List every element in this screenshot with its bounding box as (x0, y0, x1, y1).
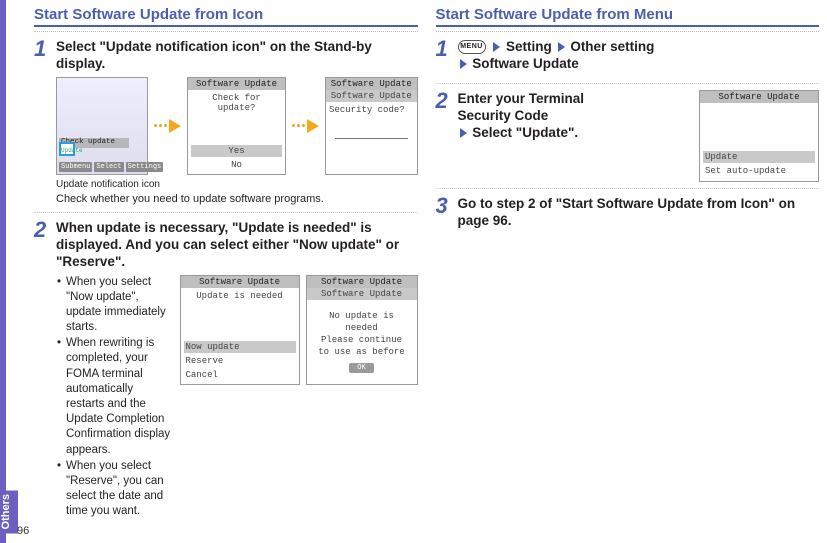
screen-line: Please continue (310, 335, 414, 345)
bullet-item: When you select "Reserve", you can selec… (66, 459, 174, 520)
menu-key-icon[interactable]: MENU (458, 40, 486, 54)
right-step-3: 3 Go to step 2 of "Start Software Update… (436, 195, 820, 234)
step-note: Check whether you need to update softwar… (56, 192, 418, 206)
step-body: MENU Setting Other setting Software Upda… (458, 38, 820, 73)
ok-button[interactable]: OK (349, 363, 373, 373)
option-yes[interactable]: Yes (191, 145, 282, 157)
option-update[interactable]: Update (703, 151, 815, 163)
security-code-input[interactable] (335, 129, 407, 139)
divider (436, 29, 820, 32)
bullet-item: When rewriting is completed, your FOMA t… (66, 336, 174, 457)
arrow-icon (292, 119, 319, 133)
screen-line: to use as before (310, 347, 414, 357)
nav-other-setting: Other setting (570, 39, 654, 54)
right-column: Start Software Update from Menu 1 MENU S… (436, 6, 820, 535)
step-heading: Go to step 2 of "Start Software Update f… (458, 195, 820, 230)
screen-title: Software Update (307, 276, 417, 288)
softkey-settings[interactable]: Settings (126, 162, 164, 172)
screen-text: Update is needed (184, 291, 296, 301)
page: Start Software Update from Icon 1 Select… (0, 0, 827, 543)
step-body: Go to step 2 of "Start Software Update f… (458, 195, 820, 234)
triangle-icon (460, 128, 467, 138)
step2-content: When you select "Now update", update imm… (56, 275, 418, 521)
triangle-icon (558, 42, 565, 52)
bullet-item: When you select "Now update", update imm… (66, 275, 174, 336)
step-number: 2 (34, 219, 50, 521)
option-reserve[interactable]: Reserve (184, 355, 296, 367)
screen-text: Check for update? (191, 93, 282, 113)
left-step-1: 1 Select "Update notification icon" on t… (34, 38, 418, 206)
side-stripe (0, 0, 6, 543)
right-step-2: 2 Software Update Update Set auto-update… (436, 90, 820, 182)
step-number: 1 (436, 38, 452, 77)
screen-line: needed (310, 323, 414, 333)
no-update-screen: Software Update Software Update No updat… (306, 275, 418, 385)
screen-title: Software Update (326, 78, 416, 90)
left-step-2: 2 When update is necessary, "Update is n… (34, 219, 418, 521)
right-step-1: 1 MENU Setting Other setting Software Up… (436, 38, 820, 77)
triangle-icon (460, 59, 467, 69)
option-now-update[interactable]: Now update (184, 341, 296, 353)
nav-software-update: Software Update (472, 56, 579, 71)
left-column: Start Software Update from Icon 1 Select… (34, 6, 418, 535)
screens-row-1: Check update Update Submenu Select Setti… (56, 77, 418, 175)
screen-subtitle: Software Update (307, 288, 417, 300)
option-cancel[interactable]: Cancel (184, 369, 296, 381)
step-body: When update is necessary, "Update is nee… (56, 219, 418, 521)
step-number: 3 (436, 195, 452, 234)
side-tab-others: Others (0, 490, 18, 533)
bullet-list: When you select "Now update", update imm… (56, 275, 174, 520)
security-code-screen: Software Update Software Update Security… (325, 77, 417, 175)
divider (436, 83, 820, 84)
screen-title: Software Update (700, 91, 818, 103)
softkey-submenu[interactable]: Submenu (59, 162, 92, 172)
standby-screen: Check update Update Submenu Select Setti… (56, 77, 148, 175)
check-update-screen: Software Update Check for update? Yes No (187, 77, 286, 175)
step-number: 2 (436, 90, 452, 182)
divider (34, 212, 418, 213)
screen-title: Software Update (181, 276, 299, 288)
update-notification-icon[interactable]: Update (59, 142, 75, 156)
step-body: Select "Update notification icon" on the… (56, 38, 418, 206)
step-heading: Select "Update notification icon" on the… (56, 38, 418, 73)
option-no[interactable]: No (191, 159, 282, 171)
right-section-title: Start Software Update from Menu (436, 6, 820, 27)
screen-text: Security code? (329, 105, 413, 115)
step-heading: When update is necessary, "Update is nee… (56, 219, 418, 271)
screen-line: No update is (310, 311, 414, 321)
step-number: 1 (34, 38, 50, 206)
icon-caption: Update notification icon (56, 179, 418, 190)
divider (436, 188, 820, 189)
nav-setting: Setting (506, 39, 552, 54)
arrow-icon (154, 119, 181, 133)
update-needed-screen: Software Update Update is needed Now upd… (180, 275, 300, 385)
screen-subtitle: Software Update (326, 90, 416, 102)
update-menu-screen: Software Update Update Set auto-update (699, 90, 819, 182)
step-body: Software Update Update Set auto-update E… (458, 90, 820, 182)
divider (34, 29, 418, 32)
left-section-title: Start Software Update from Icon (34, 6, 418, 27)
triangle-icon (493, 42, 500, 52)
screen-title: Software Update (188, 78, 285, 90)
option-set-auto-update[interactable]: Set auto-update (703, 165, 815, 177)
page-number: 96 (17, 525, 29, 537)
softkey-select[interactable]: Select (94, 162, 123, 172)
